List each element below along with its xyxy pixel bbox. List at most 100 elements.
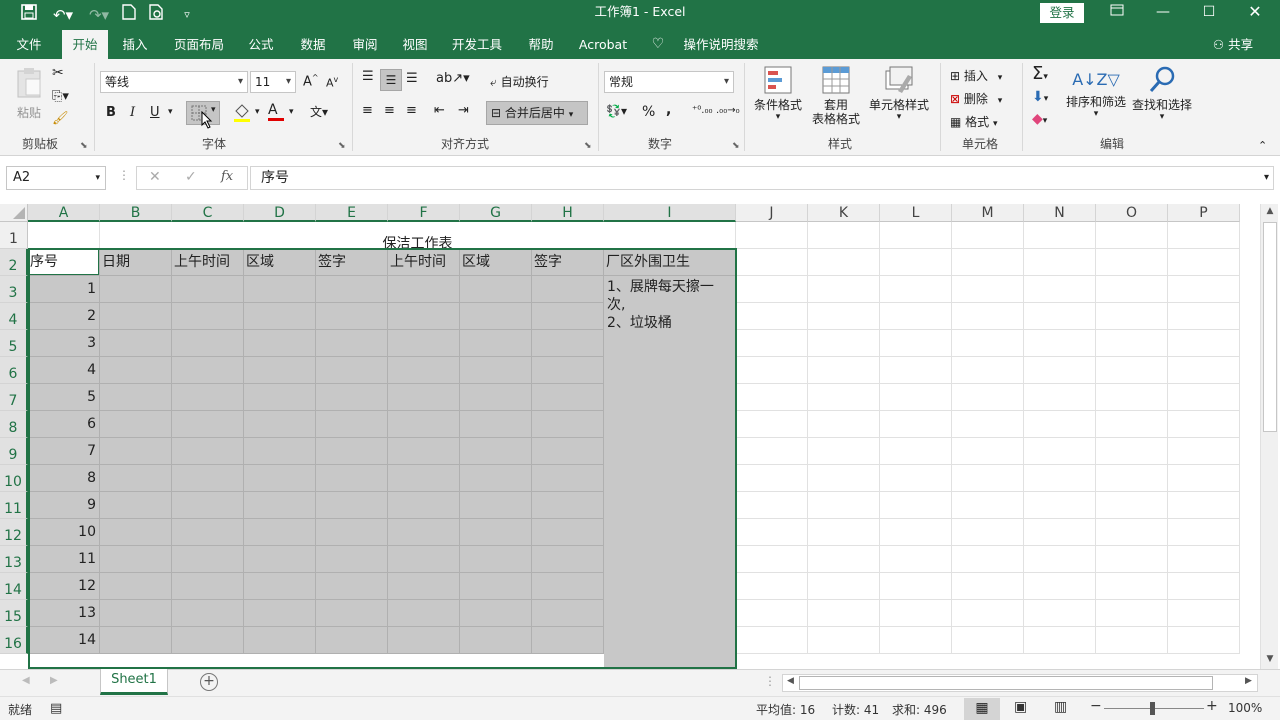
collapse-ribbon-icon[interactable]: ⌃: [1258, 139, 1267, 152]
empty-cell[interactable]: [1168, 438, 1240, 465]
empty-cell[interactable]: [736, 330, 808, 357]
align-center-icon[interactable]: ≡: [384, 103, 395, 118]
tab-home[interactable]: 开始: [62, 30, 108, 59]
zoom-out-icon[interactable]: −: [1090, 698, 1102, 714]
underline-button[interactable]: U: [150, 105, 160, 120]
data-cell[interactable]: [316, 546, 388, 573]
empty-cell[interactable]: [1096, 600, 1168, 627]
data-cell[interactable]: [100, 438, 172, 465]
merge-center-button[interactable]: ⊟ 合并后居中 ▾: [486, 101, 588, 125]
row-header-5[interactable]: 5: [0, 330, 28, 357]
empty-cell[interactable]: [808, 492, 880, 519]
empty-cell[interactable]: [808, 465, 880, 492]
serial-cell[interactable]: 3: [28, 330, 100, 357]
empty-cell[interactable]: [808, 546, 880, 573]
serial-cell[interactable]: 4: [28, 357, 100, 384]
data-cell[interactable]: [316, 438, 388, 465]
empty-cell[interactable]: [1024, 546, 1096, 573]
customize-icon[interactable]: ▿: [176, 4, 198, 26]
empty-cell[interactable]: [1024, 222, 1096, 249]
data-cell[interactable]: [316, 465, 388, 492]
data-cell[interactable]: [532, 465, 604, 492]
header-cell[interactable]: 上午时间: [388, 249, 460, 276]
empty-cell[interactable]: [880, 330, 952, 357]
data-cell[interactable]: [172, 411, 244, 438]
column-header-e[interactable]: E: [316, 204, 388, 222]
enter-icon[interactable]: ✓: [185, 169, 197, 185]
data-cell[interactable]: [532, 573, 604, 600]
empty-cell[interactable]: [952, 519, 1024, 546]
tab-review[interactable]: 审阅: [342, 30, 388, 59]
empty-cell[interactable]: [880, 357, 952, 384]
page-break-view-icon[interactable]: ▥: [1054, 699, 1067, 715]
empty-cell[interactable]: [952, 222, 1024, 249]
formula-input[interactable]: 序号 ▾: [250, 166, 1274, 190]
clear-icon[interactable]: ◆▾: [1032, 111, 1047, 127]
save-icon[interactable]: [18, 4, 40, 26]
data-cell[interactable]: [244, 600, 316, 627]
empty-cell[interactable]: [1168, 411, 1240, 438]
empty-cell[interactable]: [880, 276, 952, 303]
clipboard-launcher-icon[interactable]: ⬊: [80, 141, 88, 151]
empty-cell[interactable]: [952, 384, 1024, 411]
serial-cell[interactable]: 10: [28, 519, 100, 546]
column-header-d[interactable]: D: [244, 204, 316, 222]
empty-cell[interactable]: [808, 519, 880, 546]
data-cell[interactable]: [100, 330, 172, 357]
data-cell[interactable]: [100, 573, 172, 600]
serial-cell[interactable]: 13: [28, 600, 100, 627]
empty-cell[interactable]: [1024, 330, 1096, 357]
vertical-scroll-thumb[interactable]: [1263, 222, 1277, 432]
empty-cell[interactable]: [1096, 249, 1168, 276]
empty-cell[interactable]: [1168, 465, 1240, 492]
share-button[interactable]: ⚇ 共享: [1206, 30, 1260, 59]
number-format-select[interactable]: 常规 ▾: [604, 71, 734, 93]
empty-cell[interactable]: [952, 573, 1024, 600]
empty-cell[interactable]: [880, 411, 952, 438]
data-cell[interactable]: [388, 465, 460, 492]
empty-cell[interactable]: [1024, 384, 1096, 411]
empty-cell[interactable]: [736, 438, 808, 465]
column-header-k[interactable]: K: [808, 204, 880, 222]
empty-cell[interactable]: [736, 546, 808, 573]
align-bottom-icon[interactable]: ☰: [406, 71, 418, 86]
empty-cell[interactable]: [736, 519, 808, 546]
data-cell[interactable]: [316, 303, 388, 330]
underline-dropdown-icon[interactable]: ▾: [168, 107, 173, 117]
empty-cell[interactable]: [1168, 276, 1240, 303]
decrease-indent-icon[interactable]: ⇤: [434, 103, 445, 118]
data-cell[interactable]: [244, 546, 316, 573]
empty-cell[interactable]: [1168, 357, 1240, 384]
data-cell[interactable]: [532, 276, 604, 303]
orientation-icon[interactable]: ab↗▾: [436, 71, 470, 86]
scroll-sheets-right-icon[interactable]: ▶: [50, 675, 58, 686]
empty-cell[interactable]: [736, 411, 808, 438]
data-cell[interactable]: [460, 357, 532, 384]
serial-cell[interactable]: 9: [28, 492, 100, 519]
empty-cell[interactable]: [736, 303, 808, 330]
empty-cell[interactable]: [808, 357, 880, 384]
data-cell[interactable]: [532, 519, 604, 546]
empty-cell[interactable]: [736, 249, 808, 276]
data-cell[interactable]: [172, 384, 244, 411]
data-cell[interactable]: [172, 276, 244, 303]
insert-function-icon[interactable]: fx: [221, 169, 233, 184]
empty-cell[interactable]: [808, 384, 880, 411]
font-size-select[interactable]: 11 ▾: [250, 71, 296, 93]
empty-cell[interactable]: [1168, 330, 1240, 357]
row-header-13[interactable]: 13: [0, 546, 28, 573]
data-cell[interactable]: [244, 519, 316, 546]
column-header-b[interactable]: B: [100, 204, 172, 222]
sort-filter-button[interactable]: A↓Z▽ 排序和筛选 ▾: [1064, 65, 1128, 133]
data-cell[interactable]: [172, 465, 244, 492]
data-cell[interactable]: [388, 384, 460, 411]
data-cell[interactable]: [244, 627, 316, 654]
sum-value[interactable]: 求和: 496: [892, 701, 947, 718]
add-sheet-icon[interactable]: +: [200, 673, 218, 691]
empty-cell[interactable]: [808, 330, 880, 357]
delete-cells-button[interactable]: ⊠ 删除 ▾: [950, 90, 1002, 107]
data-cell[interactable]: [532, 600, 604, 627]
decrease-font-icon[interactable]: Av: [326, 75, 338, 90]
data-cell[interactable]: [100, 357, 172, 384]
empty-cell[interactable]: [952, 411, 1024, 438]
